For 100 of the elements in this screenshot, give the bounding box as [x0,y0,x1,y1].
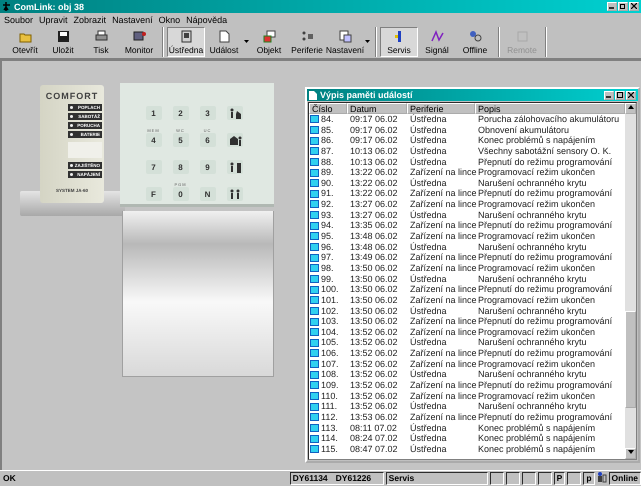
restore-button[interactable] [618,2,628,11]
menu-item[interactable]: Zobrazit [74,14,106,24]
table-cell-text: Ústředna [409,210,448,220]
code-label: DY61134 [292,473,328,484]
app-icon [2,2,11,11]
table-cell-text: Přepnutí do režimu programování [477,316,614,327]
table-cell-text: Přepnutí do režimu programování [477,348,614,359]
number-cell: 111. [309,401,347,412]
menu-item[interactable]: Upravit [39,14,68,24]
table-cell-text: 10:13 06.02 [349,146,399,157]
keypad-key[interactable]: 0 [172,187,188,201]
connection-status: Online [608,472,641,485]
number-cell: 106. [309,348,347,359]
table-cell-text: Programovací režim ukončen [477,358,596,370]
menu-item[interactable]: Nápověda [186,14,228,24]
table-cell-text: Narušení ochranného krytu [477,337,588,348]
table-cell-text: Ústředna [409,337,448,348]
number-cell: 86. [309,135,347,146]
table-cell-text: Zařízení na lince [409,252,475,263]
number-cell: 100. [309,284,347,295]
table-cell-text: 13:50 06.02 [349,274,399,284]
keypad-key[interactable]: 6 [200,133,216,147]
keypad-key[interactable]: F [146,187,162,201]
number-cell: 85. [309,124,347,136]
table-cell-text: Zařízení na lince [409,358,475,369]
table-cell-text: 13:22 06.02 [349,178,399,188]
table-cell-text: Zařízení na lince [409,284,475,295]
number-cell: 114. [309,433,347,444]
dropdown-arrow-icon[interactable] [365,39,370,45]
circles-icon [468,29,482,44]
table-cell-text: Ústředna [409,274,448,284]
table-cell-text: 13:49 06.02 [349,252,399,263]
table-cell-text: Přepnutí do režimu programování [477,188,614,200]
up-arrow-icon [628,105,634,109]
column-header[interactable]: Popis [475,103,625,114]
keypad-key[interactable]: 2 [172,106,188,120]
keypad-key[interactable]: 1 [146,106,162,120]
table-cell-text: Zařízení na lince [409,326,475,337]
keypad-key[interactable]: 8 [172,160,188,174]
toolbar-button[interactable]: Ústředna [167,27,205,57]
menu-item[interactable]: Soubor [4,14,34,24]
table-cell-text: 09:17 06.02 [349,124,399,136]
column-header[interactable]: Číslo [309,103,347,114]
dropdown-arrow-icon[interactable] [244,39,249,45]
toolbar-button[interactable]: Servis [380,27,418,57]
table-cell-text: Programovací režim ukončen [477,390,596,402]
number-cell: 104. [309,326,347,338]
table-cell-text: Narušení ochranného krytu [477,210,588,220]
column-header[interactable]: Datum [347,103,407,114]
number-cell: 101. [309,294,347,306]
number-cell: 102. [309,306,347,316]
number-cell: 103. [309,316,347,327]
table-cell-text: Zařízení na lince [409,220,475,232]
table-cell-text: Ústředna [409,242,448,252]
close-button[interactable] [629,2,639,11]
minimize-button[interactable] [607,2,617,11]
display-window [68,142,102,158]
scrollbar[interactable] [625,103,636,459]
number-cell: 84. [309,114,347,125]
column-header[interactable]: Periferie [407,103,475,114]
scroll-thumb[interactable] [625,311,636,408]
table-cell-text: 13:52 06.02 [349,369,399,380]
scroll-up-button[interactable] [625,103,636,114]
table-cell-text: Zařízení na lince [409,188,475,200]
table-cell-text: Programovací režim ukončen [477,231,596,242]
table-cell-text: Všechny sabotážní sensory O. K. [477,146,612,157]
table-cell-text: Přepnutí do režimu programování [477,284,614,295]
keypad-key[interactable]: 3 [200,106,216,120]
table-cell-text: Přepnutí do režimu programování [477,412,614,423]
number-cell: 88. [309,156,347,168]
table-cell-text: Narušení ochranného krytu [477,306,588,316]
keypad-key[interactable]: 7 [146,160,162,174]
scroll-down-button[interactable] [625,448,636,459]
table-cell-text: 13:22 06.02 [349,188,399,200]
table-cell-text: Ústředna [409,422,448,433]
table-cell-text: Konec problémů s napájením [477,135,596,146]
flag-label: p [583,472,595,485]
status-message: OK [2,472,17,485]
table-cell-text: Narušení ochranného krytu [477,178,588,188]
menu-item[interactable]: Nastavení [112,14,153,24]
table-cell-text: 13:50 06.02 [349,294,399,306]
number-cell: 108. [309,369,347,380]
menu-item[interactable]: Okno [158,14,180,24]
keypad-key[interactable]: N [200,187,216,201]
keypad-key[interactable]: 5 [172,133,188,147]
table-cell-text: 13:50 06.02 [349,316,399,327]
minimize-button[interactable] [604,90,614,100]
table-cell-text: 13:50 06.02 [349,284,399,295]
keypad-key[interactable]: 9 [200,160,216,174]
table-cell-text: Ústředna [409,114,448,125]
keypad-key[interactable]: 4 [146,133,162,147]
table-cell-text: Porucha zálohovacího akumulátoru [477,114,620,125]
table-cell-text: 13:52 06.02 [349,380,399,391]
maximize-button[interactable] [615,90,625,100]
number-cell: 92. [309,199,347,210]
close-button[interactable] [626,90,636,100]
status-panel [538,472,552,485]
table-cell-text: Přepnutí do režimu programování [477,220,614,232]
table-cell-text: Programovací režim ukončen [477,262,596,274]
table-cell-text: 08:11 07.02 [349,422,398,434]
